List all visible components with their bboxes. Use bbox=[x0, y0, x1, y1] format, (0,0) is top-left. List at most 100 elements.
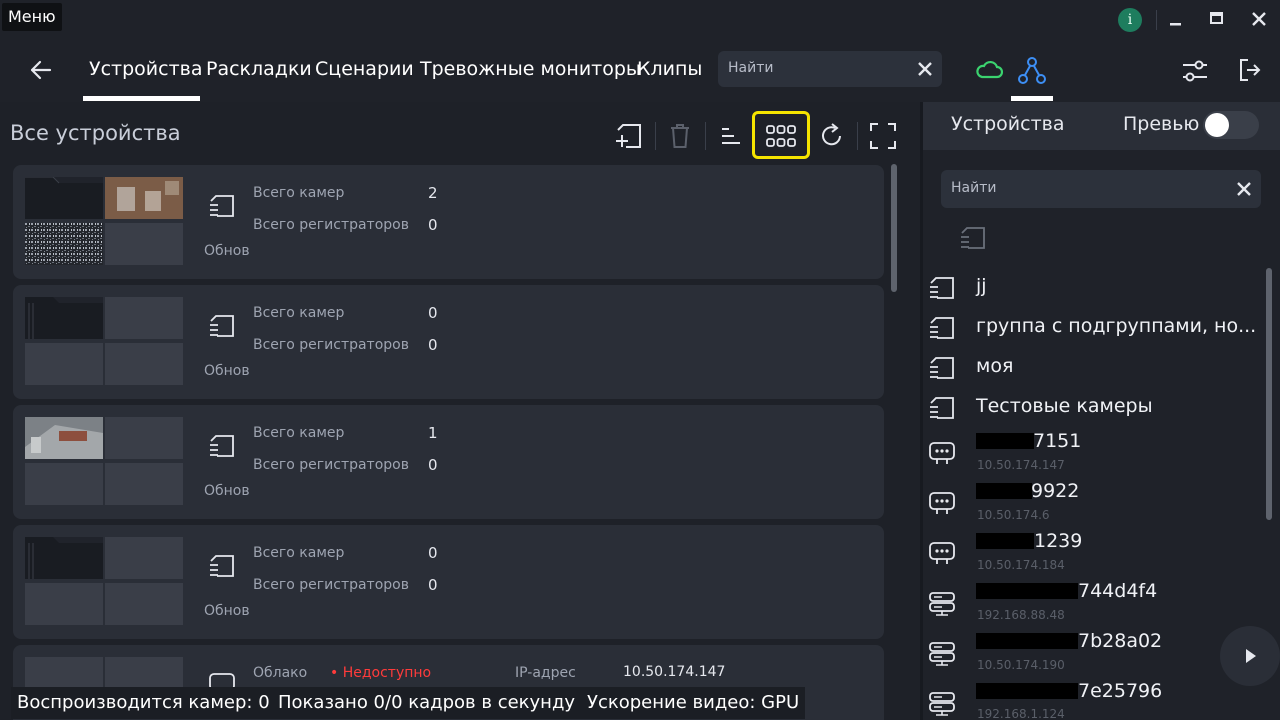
camera-preview-thumbnail bbox=[25, 417, 103, 459]
total-cameras-label: Всего камер bbox=[253, 425, 345, 441]
updated-label: Обнов bbox=[204, 483, 250, 499]
tab-alarm-monitors[interactable]: Тревожные мониторы bbox=[420, 58, 641, 80]
device-group-card[interactable]: Всего камер 0 Всего регистраторов 0 Обно… bbox=[13, 285, 884, 399]
redacted-name bbox=[976, 633, 1078, 649]
play-icon bbox=[1246, 649, 1256, 663]
root-folder-icon[interactable] bbox=[959, 225, 987, 251]
network-topology-icon[interactable] bbox=[1017, 56, 1047, 86]
group-folder-icon bbox=[930, 397, 954, 419]
tree-group-item[interactable]: группа с подгруппами, но... bbox=[976, 315, 1256, 337]
device-name[interactable]: 7e25796 bbox=[1078, 680, 1162, 702]
group-folder-icon bbox=[930, 277, 954, 299]
total-cameras-value: 0 bbox=[428, 544, 438, 562]
thumbnail bbox=[105, 343, 183, 385]
redacted-name bbox=[976, 433, 1034, 449]
cloud-label: Облако bbox=[253, 665, 308, 681]
device-ip: 10.50.174.6 bbox=[977, 508, 1050, 522]
total-recorders-value: 0 bbox=[428, 456, 438, 474]
total-recorders-value: 0 bbox=[428, 576, 438, 594]
menu-button[interactable]: Меню bbox=[2, 3, 62, 31]
device-name[interactable]: 9922 bbox=[1031, 480, 1079, 502]
total-recorders-label: Всего регистраторов bbox=[253, 337, 409, 353]
device-group-card[interactable]: Всего камер 1 Всего регистраторов 0 Обно… bbox=[13, 405, 884, 519]
tab-scenarios[interactable]: Сценарии bbox=[315, 58, 414, 80]
trash-icon[interactable] bbox=[668, 122, 692, 150]
status-cameras-playing: Воспроизводится камер: 0 bbox=[11, 687, 276, 719]
updated-label: Обнов bbox=[204, 363, 250, 379]
device-group-card[interactable]: Всего камер 2 Всего регистраторов 0 Обно… bbox=[13, 165, 884, 279]
device-name[interactable]: 744d4f4 bbox=[1078, 580, 1157, 602]
clear-search-icon[interactable] bbox=[918, 62, 932, 76]
device-name[interactable]: 7151 bbox=[1033, 430, 1081, 452]
folder-device-icon bbox=[210, 555, 234, 577]
search-placeholder: Найти bbox=[728, 60, 774, 76]
total-cameras-value: 1 bbox=[428, 424, 438, 442]
search-input[interactable]: Найти bbox=[718, 51, 942, 87]
group-folder-icon bbox=[930, 317, 954, 339]
total-cameras-label: Всего камер bbox=[253, 305, 345, 321]
preview-toggle-knob[interactable] bbox=[1205, 113, 1229, 137]
device-ip: 10.50.174.190 bbox=[977, 658, 1065, 672]
device-ip: 10.50.174.184 bbox=[977, 558, 1065, 572]
play-button[interactable] bbox=[1220, 626, 1280, 686]
camera-icon bbox=[929, 542, 955, 564]
thumbnail bbox=[105, 223, 183, 265]
thumbnail bbox=[25, 297, 103, 339]
folder-device-icon bbox=[210, 195, 234, 217]
window-controls-divider bbox=[1156, 10, 1157, 30]
back-arrow-icon[interactable] bbox=[29, 59, 53, 81]
settings-sliders-icon[interactable] bbox=[1181, 58, 1209, 84]
device-group-card[interactable]: Всего камер 0 Всего регистраторов 0 Обно… bbox=[13, 525, 884, 639]
thumbnail bbox=[25, 583, 103, 625]
thumbnail bbox=[105, 537, 183, 579]
device-name[interactable]: 1239 bbox=[1034, 530, 1082, 552]
ip-address-label: IP-адрес bbox=[515, 665, 576, 681]
tree-group-item[interactable]: Тестовые камеры bbox=[976, 395, 1153, 417]
thumbnail bbox=[25, 177, 103, 219]
thumbnail bbox=[25, 463, 103, 505]
status-fps: Показано 0/0 кадров в секунду bbox=[272, 687, 582, 719]
refresh-icon[interactable] bbox=[819, 122, 845, 150]
devices-scrollbar[interactable] bbox=[891, 164, 897, 292]
tab-devices[interactable]: Устройства bbox=[89, 58, 202, 80]
grid-view-highlight bbox=[752, 111, 810, 159]
total-cameras-value: 2 bbox=[428, 184, 438, 202]
tree-title: Устройства bbox=[951, 113, 1065, 135]
tree-group-item[interactable]: моя bbox=[976, 355, 1013, 377]
fullscreen-icon[interactable] bbox=[869, 122, 897, 150]
status-video-acceleration: Ускорение видео: GPU bbox=[581, 687, 806, 719]
total-cameras-label: Всего камер bbox=[253, 545, 345, 561]
thumbnail bbox=[105, 583, 183, 625]
info-icon[interactable]: i bbox=[1118, 8, 1142, 32]
clear-tree-search-icon[interactable] bbox=[1237, 182, 1251, 196]
thumbnail bbox=[105, 297, 183, 339]
close-window-icon[interactable] bbox=[1251, 11, 1267, 27]
sort-icon[interactable] bbox=[720, 126, 742, 146]
recorder-icon bbox=[929, 642, 955, 666]
cloud-icon[interactable] bbox=[975, 60, 1003, 80]
thumbnail bbox=[25, 343, 103, 385]
preview-label: Превью bbox=[1123, 113, 1200, 135]
logout-icon[interactable] bbox=[1238, 57, 1262, 83]
toolbar-divider bbox=[857, 122, 858, 150]
maximize-icon[interactable] bbox=[1209, 11, 1225, 27]
total-recorders-value: 0 bbox=[428, 216, 438, 234]
active-tab-indicator bbox=[83, 96, 200, 101]
redacted-name bbox=[976, 533, 1034, 549]
toolbar-divider bbox=[705, 122, 706, 150]
tree-search-input[interactable]: Найти bbox=[941, 170, 1261, 208]
redacted-name bbox=[976, 483, 1032, 499]
minimize-icon[interactable] bbox=[1168, 12, 1184, 28]
tree-group-item[interactable]: jj bbox=[976, 275, 987, 297]
toolbar-divider bbox=[655, 122, 656, 150]
tab-layouts[interactable]: Раскладки bbox=[206, 58, 312, 80]
camera-preview-thumbnail bbox=[105, 177, 183, 219]
total-recorders-value: 0 bbox=[428, 336, 438, 354]
device-name[interactable]: 7b28a02 bbox=[1078, 630, 1162, 652]
tree-scrollbar[interactable] bbox=[1266, 268, 1272, 520]
total-cameras-label: Всего камер bbox=[253, 185, 345, 201]
add-device-icon[interactable] bbox=[614, 121, 644, 151]
thumbnail bbox=[105, 463, 183, 505]
active-view-indicator bbox=[1011, 96, 1053, 101]
tab-clips[interactable]: Клипы bbox=[637, 58, 702, 80]
